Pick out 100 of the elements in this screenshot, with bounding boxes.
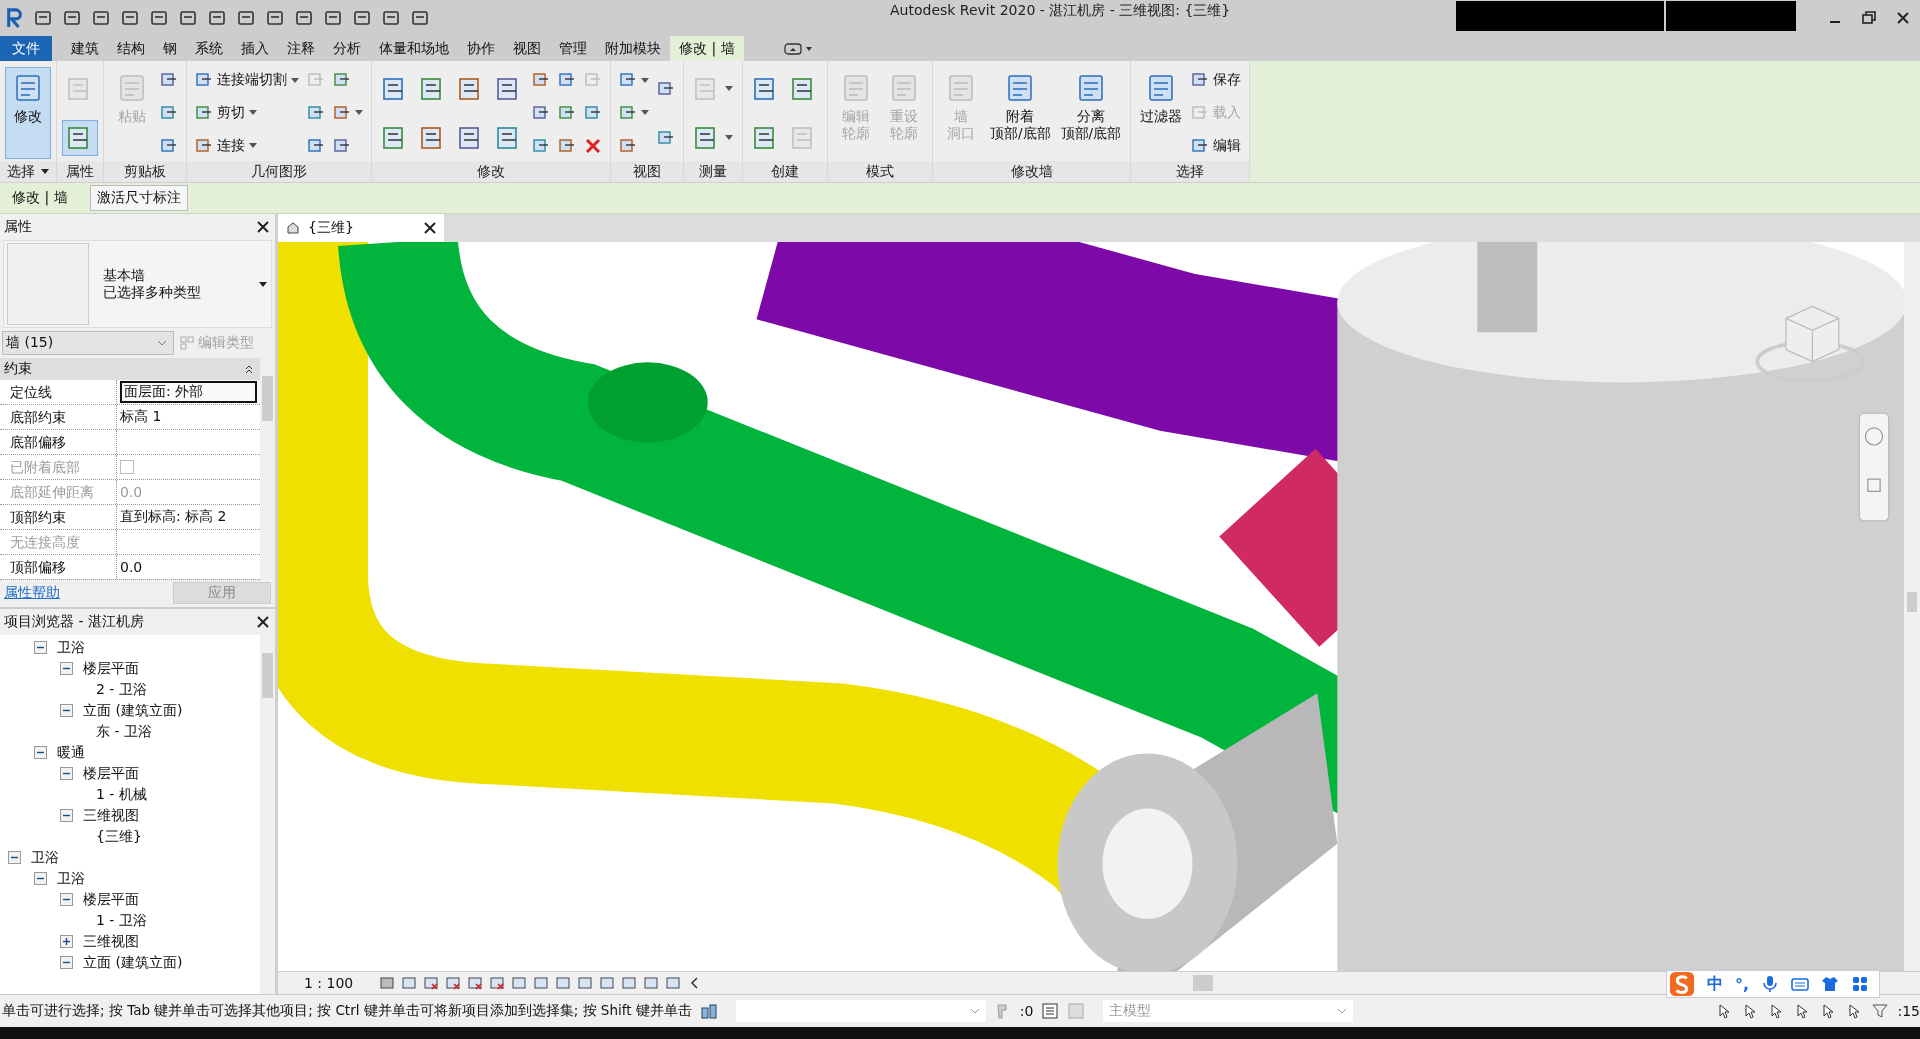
property-value[interactable]: 0.0: [120, 559, 143, 575]
toolbar-icon[interactable]: [178, 8, 198, 28]
view-control-icon[interactable]: [643, 975, 660, 991]
ribbon-tab[interactable]: 协作: [458, 36, 504, 61]
tool-button[interactable]: [63, 120, 97, 155]
view-control-icon[interactable]: [489, 975, 506, 991]
property-value[interactable]: 面层面: 外部: [120, 381, 257, 403]
tree-item[interactable]: 卫浴: [31, 848, 59, 867]
tree-item[interactable]: 1 - 卫浴: [96, 911, 147, 930]
tree-toggle-icon[interactable]: [60, 809, 73, 822]
ribbon-tab[interactable]: 结构: [108, 36, 154, 61]
type-selector[interactable]: 基本墙 已选择多种类型: [3, 240, 272, 328]
ribbon-tab[interactable]: 插入: [232, 36, 278, 61]
tool-button[interactable]: 编辑: [1189, 134, 1244, 157]
toolbar-icon[interactable]: [91, 8, 111, 28]
tree-toggle-icon[interactable]: [34, 872, 47, 885]
tree-item[interactable]: 2 - 卫浴: [96, 680, 147, 699]
tree-toggle-icon[interactable]: [34, 746, 47, 759]
tree-toggle-icon[interactable]: [60, 893, 73, 906]
properties-help-link[interactable]: 属性帮助: [4, 584, 60, 602]
shirt-icon[interactable]: [1821, 975, 1839, 993]
view-control-icon[interactable]: [379, 975, 396, 991]
tree-item[interactable]: 楼层平面: [83, 890, 139, 909]
toolbar-icon[interactable]: [265, 8, 285, 28]
tree-item[interactable]: 立面 (建筑立面): [83, 701, 183, 720]
tool-button[interactable]: 连接端切割: [193, 69, 301, 92]
tree-toggle-icon[interactable]: [60, 935, 73, 948]
collapse-section-icon[interactable]: [244, 364, 254, 374]
close-icon[interactable]: [1895, 10, 1911, 26]
microphone-icon[interactable]: [1761, 975, 1779, 993]
tool-button[interactable]: 连接: [193, 134, 301, 157]
ribbon-tab[interactable]: 建筑: [62, 36, 108, 61]
tree-item[interactable]: {三维}: [96, 827, 142, 846]
tree-item[interactable]: 卫浴: [57, 638, 85, 657]
view-control-icon[interactable]: [423, 975, 440, 991]
tree-toggle-icon[interactable]: [60, 767, 73, 780]
ribbon-button[interactable]: 过滤器: [1137, 68, 1186, 158]
toolbar-icon[interactable]: [323, 8, 343, 28]
ribbon-tab[interactable]: 体量和场地: [370, 36, 458, 61]
view-control-icon[interactable]: [621, 975, 638, 991]
view-control-icon[interactable]: [555, 975, 572, 991]
toolbar-icon[interactable]: [33, 8, 53, 28]
view-scale[interactable]: 1 : 100: [304, 975, 354, 991]
ribbon-tab[interactable]: 系统: [186, 36, 232, 61]
tree-toggle-icon[interactable]: [8, 851, 21, 864]
tree-item[interactable]: 暖通: [57, 743, 85, 762]
view-control-icon[interactable]: [467, 975, 484, 991]
tree-item[interactable]: 立面 (建筑立面): [83, 953, 183, 972]
toolbar-icon[interactable]: [149, 8, 169, 28]
tree-item[interactable]: 楼层平面: [83, 764, 139, 783]
toolbar-icon[interactable]: [410, 8, 430, 28]
property-value[interactable]: 标高 1: [120, 408, 162, 426]
tree-toggle-icon[interactable]: [34, 641, 47, 654]
filter-icon[interactable]: [1871, 1002, 1890, 1020]
activate-dimensions-button[interactable]: 激活尺寸标注: [89, 185, 188, 211]
list-icon[interactable]: [1041, 1002, 1060, 1020]
ribbon-button[interactable]: 分离 顶部/底部: [1057, 68, 1125, 158]
tree-item[interactable]: 卫浴: [57, 869, 85, 888]
property-value[interactable]: 直到标高: 标高 2: [120, 508, 227, 526]
view-control-icon[interactable]: [511, 975, 528, 991]
view-control-icon[interactable]: [401, 975, 418, 991]
input-mode[interactable]: 中: [1706, 973, 1723, 995]
view-control-icon[interactable]: [445, 975, 462, 991]
ribbon-tab[interactable]: 分析: [324, 36, 370, 61]
ribbon-toggle-icon[interactable]: [783, 42, 814, 56]
ribbon-tab[interactable]: 管理: [550, 36, 596, 61]
toolbar-icon[interactable]: [352, 8, 372, 28]
toolbar-icon[interactable]: [62, 8, 82, 28]
ribbon-button[interactable]: 附着 顶部/底部: [987, 68, 1054, 158]
ribbon-button[interactable]: 修改: [6, 68, 50, 158]
dropdown-arrow-icon[interactable]: [41, 169, 49, 174]
scrollbar[interactable]: [260, 635, 275, 994]
view-control-icon[interactable]: [577, 975, 594, 991]
tree-item[interactable]: 1 - 机械: [96, 785, 147, 804]
toolbar-icon[interactable]: [381, 8, 401, 28]
tree-toggle-icon[interactable]: [60, 956, 73, 969]
toolbar-icon[interactable]: [294, 8, 314, 28]
scrollbar[interactable]: [1904, 242, 1920, 971]
tree-item[interactable]: 三维视图: [83, 806, 139, 825]
restore-icon[interactable]: [1861, 10, 1877, 26]
ribbon-tab[interactable]: 修改 | 墙: [670, 36, 744, 61]
tree-toggle-icon[interactable]: [60, 662, 73, 675]
tree-item[interactable]: 东 - 卫浴: [96, 722, 152, 741]
ribbon-tab[interactable]: 注释: [278, 36, 324, 61]
tool-button[interactable]: 保存: [1189, 69, 1244, 92]
ribbon-tab[interactable]: 钢: [154, 36, 186, 61]
close-icon[interactable]: [424, 222, 436, 234]
toolbar-icon[interactable]: [236, 8, 256, 28]
tree-item[interactable]: 楼层平面: [83, 659, 139, 678]
tree-item[interactable]: 三维视图: [83, 932, 139, 951]
toolbar-icon[interactable]: [207, 8, 227, 28]
tool-button[interactable]: 剪切: [193, 102, 301, 124]
worksharing-icon[interactable]: [699, 1002, 718, 1020]
view-control-icon[interactable]: [533, 975, 550, 991]
view-control-icon[interactable]: [665, 975, 682, 991]
tree-toggle-icon[interactable]: [60, 704, 73, 717]
punctuation-mode[interactable]: °,: [1734, 974, 1749, 994]
toolbar-icon[interactable]: [120, 8, 140, 28]
ime-logo-icon[interactable]: [1668, 971, 1695, 997]
instance-filter-dropdown[interactable]: 墙 (15): [2, 331, 174, 355]
